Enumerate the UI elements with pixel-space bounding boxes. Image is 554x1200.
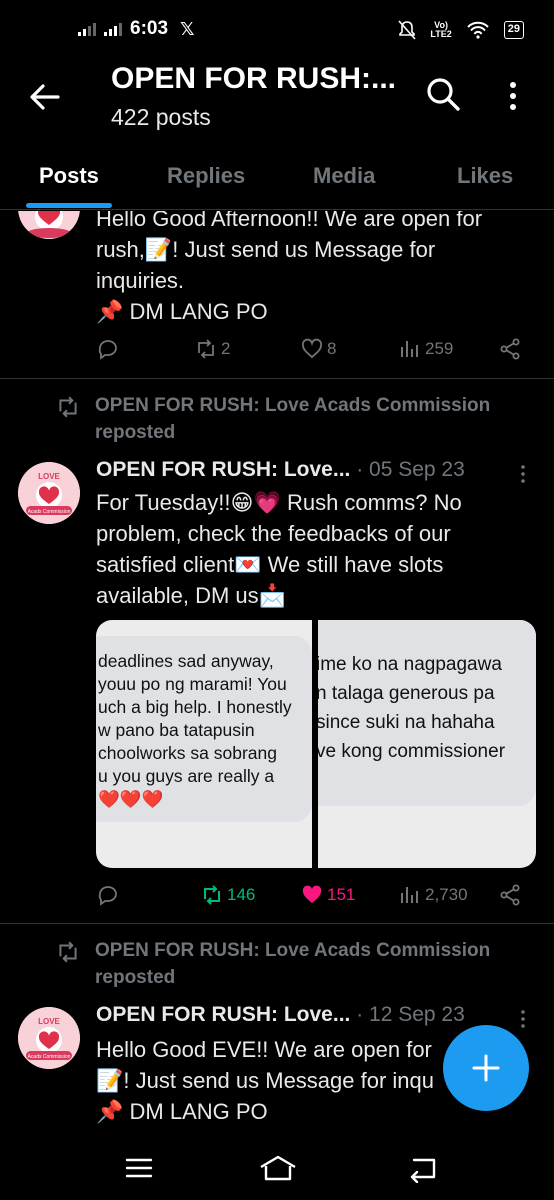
signal-icon bbox=[78, 22, 96, 36]
post-text-line: available, DM us📩 bbox=[96, 583, 287, 608]
page-title: OPEN FOR RUSH:... bbox=[111, 62, 397, 95]
post-divider bbox=[0, 923, 554, 924]
back-icon[interactable] bbox=[405, 1153, 439, 1183]
repost-indicator: OPEN FOR RUSH: Love Acads Commission rep… bbox=[55, 937, 490, 991]
avatar-text: LOVE bbox=[38, 1017, 60, 1026]
system-nav-bar bbox=[0, 1141, 554, 1200]
repost-count: 146 bbox=[227, 885, 256, 904]
views-button[interactable]: 2,730 bbox=[398, 883, 468, 907]
post-actions: 2 8 259 bbox=[96, 337, 526, 367]
like-count: 151 bbox=[327, 885, 356, 904]
avatar-text: LOVE bbox=[38, 472, 60, 481]
views-icon bbox=[401, 341, 418, 357]
active-tab-indicator bbox=[26, 203, 112, 208]
post-date: · 12 Sep 23 bbox=[356, 1003, 465, 1026]
media-image[interactable]: ime ko na nagpagawa n talaga generous pa s… bbox=[318, 620, 536, 868]
post-text: For Tuesday!!😁💗 Rush comms? No problem, … bbox=[96, 487, 536, 611]
reply-icon bbox=[98, 886, 117, 906]
tab-likes[interactable]: Likes bbox=[457, 163, 513, 189]
repost-indicator: OPEN FOR RUSH: Love Acads Commission rep… bbox=[55, 392, 490, 446]
avatar[interactable]: LOVE Acads Commission bbox=[18, 1007, 80, 1069]
x-app-icon: 𝕏 bbox=[180, 18, 195, 39]
status-right: Vo) LTE2 29 bbox=[398, 20, 524, 40]
home-icon[interactable] bbox=[258, 1153, 298, 1183]
like-count: 8 bbox=[327, 339, 337, 358]
post-divider bbox=[0, 378, 554, 379]
clock: 6:03 bbox=[130, 18, 169, 39]
post-author-line: OPEN FOR RUSH: Love... · 05 Sep 23 bbox=[96, 458, 465, 482]
post-date: · 05 Sep 23 bbox=[356, 458, 465, 481]
view-count: 2,730 bbox=[425, 885, 468, 904]
more-vertical-icon[interactable] bbox=[500, 76, 526, 116]
tab-media[interactable]: Media bbox=[313, 163, 375, 189]
tab-posts[interactable]: Posts bbox=[39, 163, 99, 189]
reply-button[interactable] bbox=[96, 337, 120, 361]
status-bar: 6:03 𝕏 Vo) LTE2 29 bbox=[0, 0, 554, 60]
like-button[interactable]: 8 bbox=[300, 337, 336, 361]
post-text-line: satisfied client💌 We still have slots bbox=[96, 552, 444, 577]
more-vertical-icon[interactable] bbox=[515, 463, 531, 485]
search-icon[interactable] bbox=[423, 74, 463, 114]
views-button[interactable]: 259 bbox=[398, 337, 453, 361]
author-name[interactable]: OPEN FOR RUSH: Love... bbox=[96, 458, 350, 481]
share-button[interactable] bbox=[498, 883, 522, 907]
post-text-line: For Tuesday!!😁💗 Rush comms? No bbox=[96, 490, 462, 515]
menu-icon[interactable] bbox=[122, 1153, 156, 1183]
like-button[interactable]: 151 bbox=[300, 883, 355, 907]
compose-button[interactable] bbox=[443, 1025, 529, 1111]
repost-by[interactable]: OPEN FOR RUSH: Love Acads Commission bbox=[95, 937, 490, 964]
post-author-line: OPEN FOR RUSH: Love... · 12 Sep 23 bbox=[96, 1003, 465, 1027]
heart-icon bbox=[301, 338, 323, 359]
lte-label: Vo) LTE2 bbox=[430, 20, 452, 39]
views-icon bbox=[401, 887, 418, 903]
share-icon bbox=[500, 884, 520, 906]
repost-label: reposted bbox=[95, 422, 176, 443]
repost-by[interactable]: OPEN FOR RUSH: Love Acads Commission bbox=[95, 392, 490, 419]
reply-icon bbox=[98, 340, 117, 360]
media-image[interactable]: deadlines sad anyway, youu po ng marami! … bbox=[96, 620, 312, 868]
repost-icon bbox=[198, 339, 214, 359]
post-text-line: 📌 DM LANG PO bbox=[96, 299, 268, 324]
repost-button[interactable]: 146 bbox=[200, 883, 255, 907]
mute-icon bbox=[398, 20, 417, 40]
plus-icon bbox=[472, 1054, 500, 1082]
post-media: deadlines sad anyway, youu po ng marami! … bbox=[96, 620, 536, 868]
profile-tabs: Posts Replies Media Likes bbox=[0, 150, 554, 210]
repost-count: 2 bbox=[221, 339, 231, 358]
repost-icon bbox=[59, 396, 77, 418]
share-button[interactable] bbox=[498, 337, 522, 361]
tab-replies[interactable]: Replies bbox=[167, 163, 245, 189]
post-feed[interactable]: Hello Good Afternoon!! We are open for r… bbox=[0, 211, 554, 1141]
reply-button[interactable] bbox=[96, 883, 120, 907]
wifi-icon bbox=[467, 21, 489, 39]
post-text-line: rush,📝! Just send us Message for bbox=[96, 237, 436, 262]
repost-icon bbox=[59, 941, 77, 963]
post-count: 422 posts bbox=[111, 104, 211, 130]
status-left: 6:03 𝕏 bbox=[78, 18, 195, 40]
chat-text: deadlines sad anyway, youu po ng marami! … bbox=[98, 651, 292, 809]
battery-indicator: 29 bbox=[503, 21, 524, 39]
more-vertical-icon[interactable] bbox=[515, 1008, 531, 1030]
avatar-banner-text: Acads Commission bbox=[28, 509, 71, 515]
author-name[interactable]: OPEN FOR RUSH: Love... bbox=[96, 1003, 350, 1026]
share-icon bbox=[500, 338, 520, 360]
profile-header: OPEN FOR RUSH:... 422 posts bbox=[0, 60, 554, 150]
post-text-line: inquiries. bbox=[96, 268, 185, 293]
chat-text: ime ko na nagpagawa n talaga generous pa s… bbox=[318, 654, 506, 762]
repost-label: reposted bbox=[95, 967, 176, 988]
heart-icon bbox=[302, 885, 322, 903]
post-actions: 146 151 2,730 bbox=[96, 883, 526, 913]
post-text-line: problem, check the feedbacks of our bbox=[96, 521, 451, 546]
post-text: Hello Good Afternoon!! We are open for r… bbox=[96, 211, 536, 327]
repost-button[interactable]: 2 bbox=[194, 337, 230, 361]
signal-icon bbox=[104, 22, 122, 36]
view-count: 259 bbox=[425, 339, 454, 358]
arrow-left-icon[interactable] bbox=[28, 80, 62, 114]
repost-icon bbox=[204, 885, 220, 905]
post-text-line: Hello Good Afternoon!! We are open for bbox=[96, 211, 483, 231]
avatar[interactable] bbox=[18, 211, 80, 239]
avatar-banner-text: Acads Commission bbox=[28, 1054, 71, 1060]
avatar[interactable]: LOVE Acads Commission bbox=[18, 462, 80, 524]
